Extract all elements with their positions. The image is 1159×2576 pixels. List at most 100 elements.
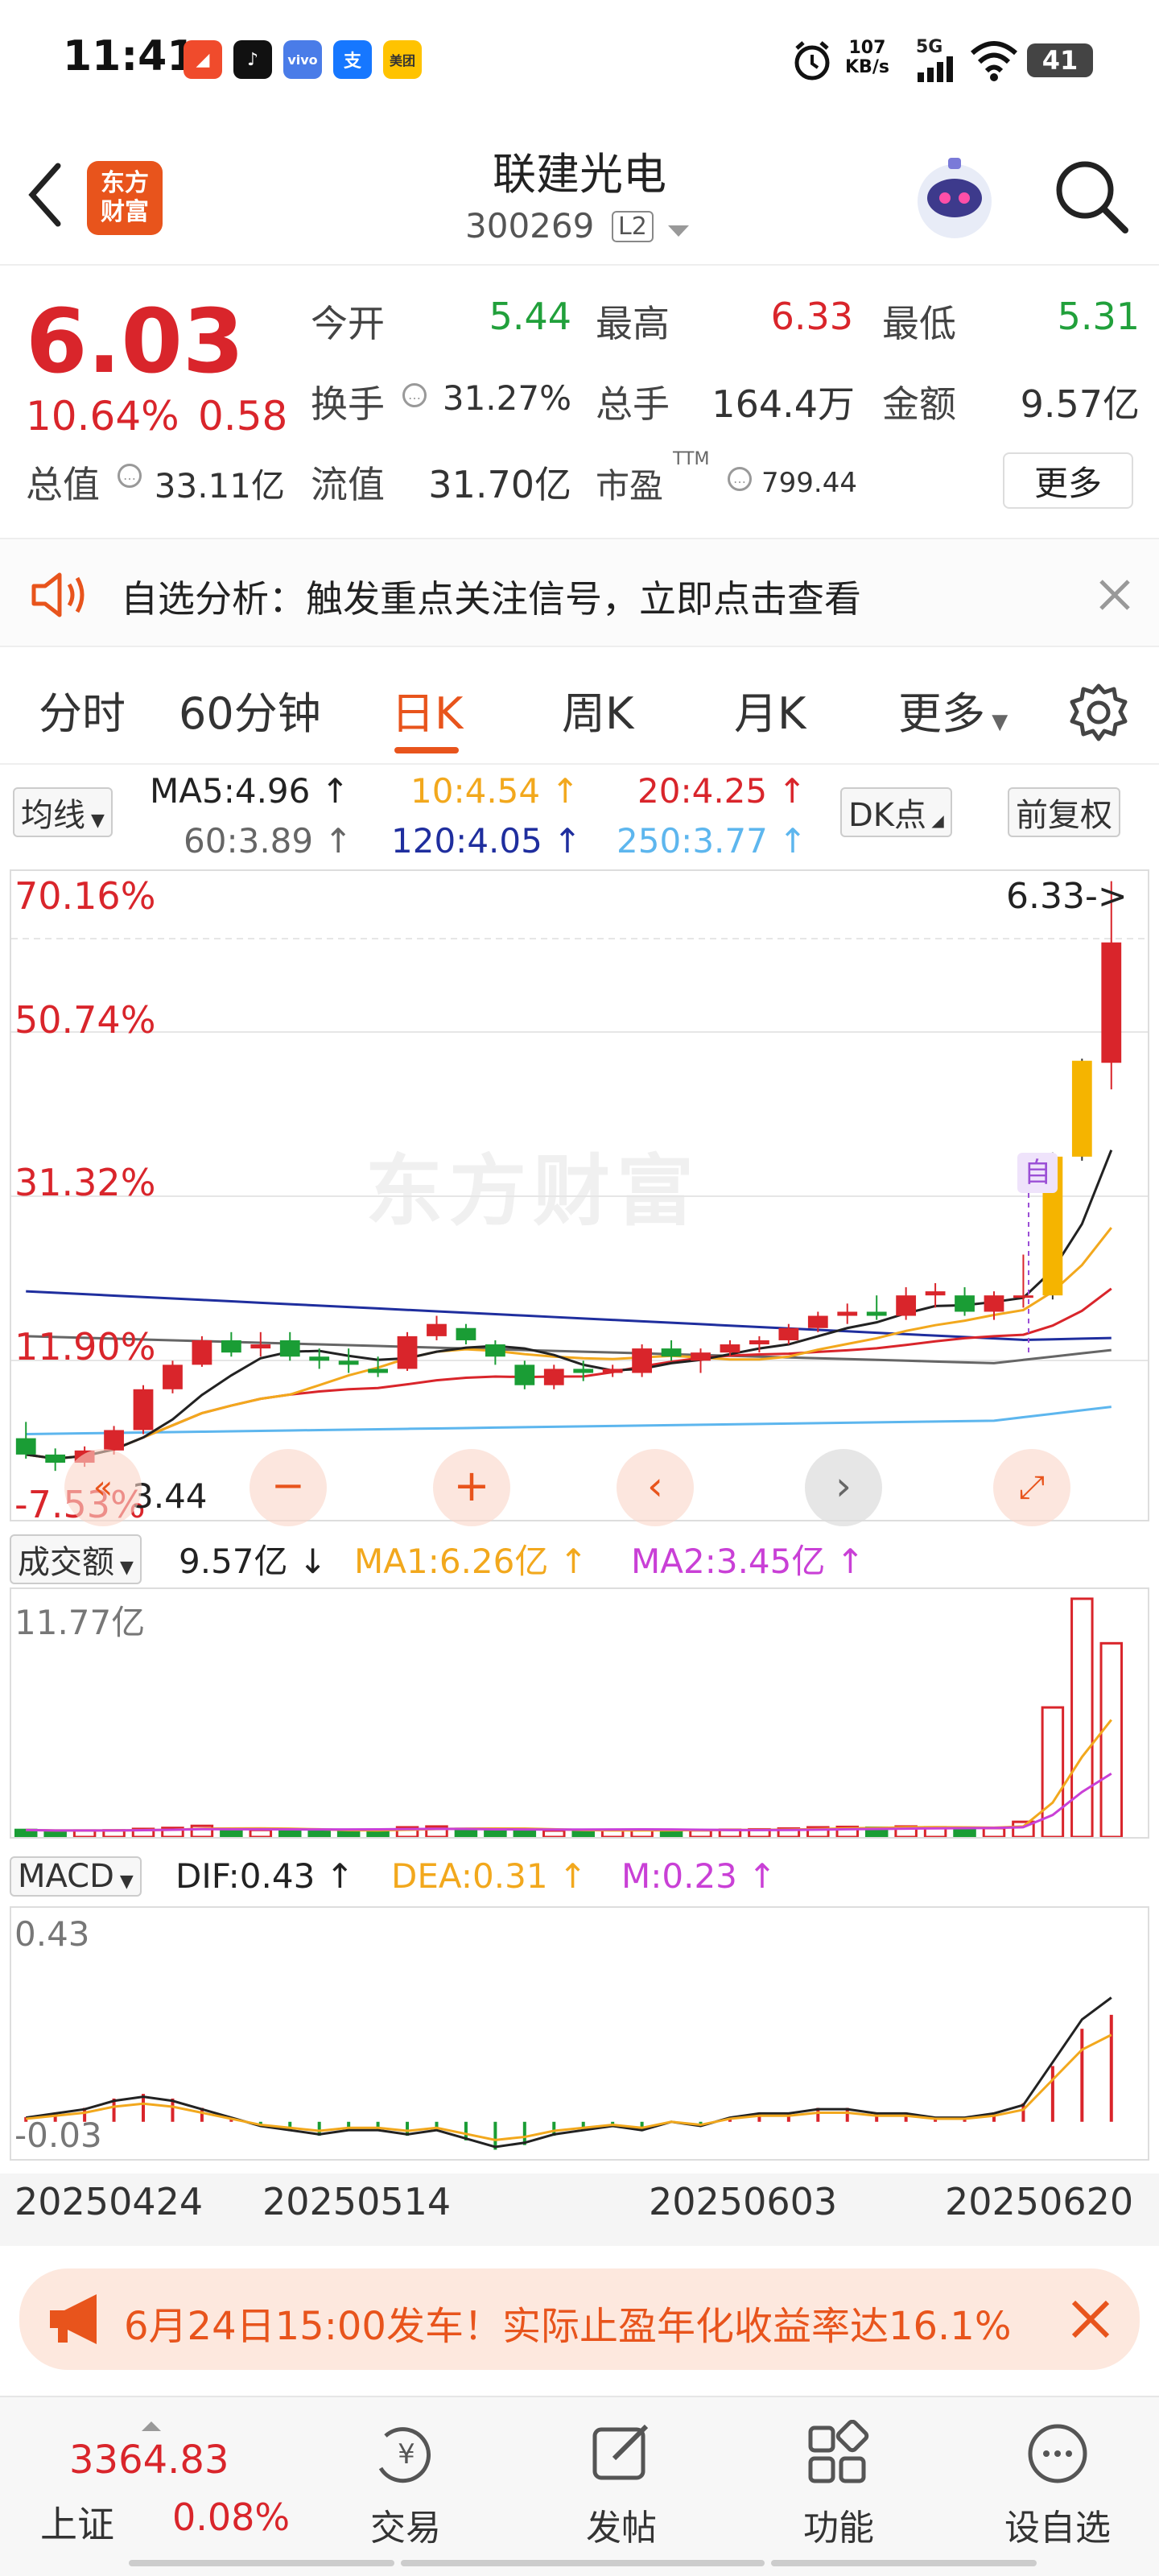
close-icon[interactable] bbox=[1070, 2299, 1111, 2339]
chart-prev-button[interactable]: ‹ bbox=[617, 1449, 694, 1526]
add-watchlist-icon bbox=[1028, 2424, 1087, 2483]
reader-app-icon: ◢ bbox=[184, 40, 222, 79]
high-label: 最高 bbox=[596, 302, 670, 345]
volume-selector[interactable]: 成交额 ▼ bbox=[10, 1534, 142, 1584]
macd-chart[interactable]: 0.43 -0.03 bbox=[10, 1906, 1149, 2161]
volume-ma2: MA2:3.45亿 ↑ bbox=[631, 1542, 864, 1581]
svg-text:¥: ¥ bbox=[398, 2438, 415, 2471]
ma20-value: 20:4.25 ↑ bbox=[637, 771, 806, 811]
candle-body bbox=[192, 1340, 212, 1365]
ma20-line bbox=[26, 1287, 1112, 1460]
volume-current: 9.57亿 ↓ bbox=[179, 1542, 328, 1581]
chart-next-button[interactable]: › bbox=[805, 1449, 882, 1526]
l2-badge[interactable]: L2 bbox=[612, 211, 654, 242]
function-icon bbox=[808, 2419, 869, 2483]
pe-ttm-sup: TTM bbox=[673, 449, 710, 469]
y-label-3: 31.32% bbox=[14, 1161, 156, 1204]
candle-body bbox=[573, 1368, 594, 1373]
candle-body bbox=[984, 1295, 1004, 1312]
info-icon[interactable]: … bbox=[402, 383, 427, 407]
volume-ma1-line bbox=[26, 1719, 1112, 1832]
chevron-down-icon[interactable] bbox=[666, 224, 691, 240]
date-label: 20250620 bbox=[945, 2180, 1134, 2223]
index-value[interactable]: 3364.83 bbox=[69, 2438, 229, 2483]
y-label-4: 11.90% bbox=[14, 1325, 156, 1368]
notice-text: 自选分析：触发重点关注信号，立即点击查看 bbox=[121, 577, 861, 621]
macd-legend: MACD ▼ DIF:0.43 ↑ DEA:0.31 ↑ M:0.23 ↑ bbox=[0, 1842, 1159, 1906]
dk-point-selector[interactable]: DK点 ◢ bbox=[840, 787, 952, 837]
tab-intraday[interactable]: 分时 bbox=[39, 678, 126, 741]
ma-selector[interactable]: 均线 ▼ bbox=[13, 787, 113, 837]
candle-body bbox=[133, 1389, 154, 1430]
macd-dea-line bbox=[26, 2033, 1112, 2141]
macd-plot bbox=[24, 1996, 1113, 2150]
volume-bar bbox=[542, 1829, 566, 1837]
kline-plot bbox=[11, 881, 1148, 1472]
stock-code: 300269 bbox=[465, 206, 595, 246]
zoom-in-button[interactable]: + bbox=[433, 1449, 510, 1526]
scroll-indicator bbox=[129, 2560, 394, 2566]
candle-body bbox=[104, 1430, 124, 1451]
active-tab-indicator bbox=[394, 747, 459, 753]
volume-bar bbox=[249, 1828, 273, 1837]
y-label-top: 70.16% bbox=[14, 874, 156, 918]
date-label: 20250603 bbox=[649, 2180, 838, 2223]
nav-trade[interactable]: ¥ 交易 bbox=[325, 2420, 486, 2550]
float-cap-value: 31.70亿 bbox=[428, 463, 571, 506]
alipay-app-icon: 支 bbox=[333, 40, 372, 79]
tab-daily-k[interactable]: 日K bbox=[391, 678, 463, 741]
search-icon[interactable] bbox=[1051, 156, 1132, 237]
scroll-indicator bbox=[401, 2560, 765, 2566]
more-button[interactable]: 更多 bbox=[1003, 452, 1133, 509]
volume-legend: 成交额 ▼ 9.57亿 ↓ MA1:6.26亿 ↑ MA2:3.45亿 ↑ bbox=[0, 1523, 1159, 1587]
info-icon[interactable]: … bbox=[728, 467, 752, 491]
volume-bar bbox=[953, 1827, 976, 1837]
gear-icon[interactable] bbox=[1067, 681, 1130, 744]
volume-bar bbox=[278, 1829, 302, 1837]
nav-function[interactable]: 功能 bbox=[758, 2419, 919, 2550]
candle-body bbox=[338, 1360, 359, 1365]
fullscreen-button[interactable]: ⤢ bbox=[993, 1449, 1070, 1526]
amount-label: 金额 bbox=[882, 382, 956, 426]
kline-chart[interactable]: 东方财富 70.16% 50.74% 31.32% 11.90% -7.53% … bbox=[10, 869, 1149, 1526]
watchlist-analysis-notice[interactable]: 自选分析：触发重点关注信号，立即点击查看 bbox=[0, 538, 1159, 647]
ma250-line bbox=[26, 1406, 1112, 1436]
macd-selector[interactable]: MACD ▼ bbox=[10, 1856, 142, 1897]
volume-bar bbox=[336, 1829, 361, 1837]
y-label-2: 50.74% bbox=[14, 998, 156, 1042]
zoom-out-button[interactable]: − bbox=[250, 1449, 327, 1526]
date-label: 20250514 bbox=[262, 2180, 452, 2223]
candle-body bbox=[807, 1315, 828, 1328]
close-icon[interactable] bbox=[1098, 578, 1132, 612]
volume-chart[interactable]: 11.77亿 bbox=[10, 1587, 1149, 1839]
robot-assistant-icon[interactable] bbox=[909, 153, 1000, 243]
self-select-tag[interactable]: 自 bbox=[1017, 1153, 1058, 1193]
candle-body bbox=[1013, 1295, 1033, 1298]
macd-y-top: 0.43 bbox=[14, 1914, 90, 1954]
current-price: 6.03 bbox=[26, 290, 245, 393]
nav-add-watchlist[interactable]: 设自选 bbox=[977, 2420, 1138, 2550]
info-icon[interactable]: … bbox=[118, 464, 142, 488]
candle-body bbox=[163, 1364, 183, 1389]
signal-icon bbox=[918, 56, 953, 82]
chart-first-button[interactable]: « bbox=[64, 1449, 142, 1526]
adjust-selector[interactable]: 前复权 bbox=[1008, 787, 1120, 837]
volume-plot bbox=[14, 1597, 1124, 1837]
tab-monthly-k[interactable]: 月K bbox=[734, 678, 806, 741]
index-change[interactable]: 0.08% bbox=[172, 2496, 290, 2539]
tab-more[interactable]: 更多 ▼ bbox=[898, 678, 1008, 741]
volume-bar bbox=[513, 1829, 537, 1837]
volume-bar bbox=[982, 1827, 1006, 1837]
macd-dea: DEA:0.31 ↑ bbox=[391, 1856, 588, 1896]
candle-body bbox=[485, 1344, 505, 1357]
post-icon bbox=[592, 2424, 649, 2480]
wifi-icon bbox=[971, 41, 1017, 81]
index-name[interactable]: 上证 bbox=[40, 2496, 114, 2549]
tab-weekly-k[interactable]: 周K bbox=[562, 678, 633, 741]
market-cap-label: 总值 bbox=[26, 463, 100, 506]
bottom-nav: 3364.83 上证 0.08% ¥ 交易 发帖 功能 设自选 bbox=[0, 2396, 1159, 2576]
tab-60min[interactable]: 60分钟 bbox=[179, 678, 321, 741]
promo-banner[interactable]: 6月24日15:00发车！实际止盈年化收益率达16.1% bbox=[19, 2268, 1140, 2370]
candle-body bbox=[279, 1340, 300, 1357]
nav-post[interactable]: 发帖 bbox=[541, 2420, 702, 2550]
